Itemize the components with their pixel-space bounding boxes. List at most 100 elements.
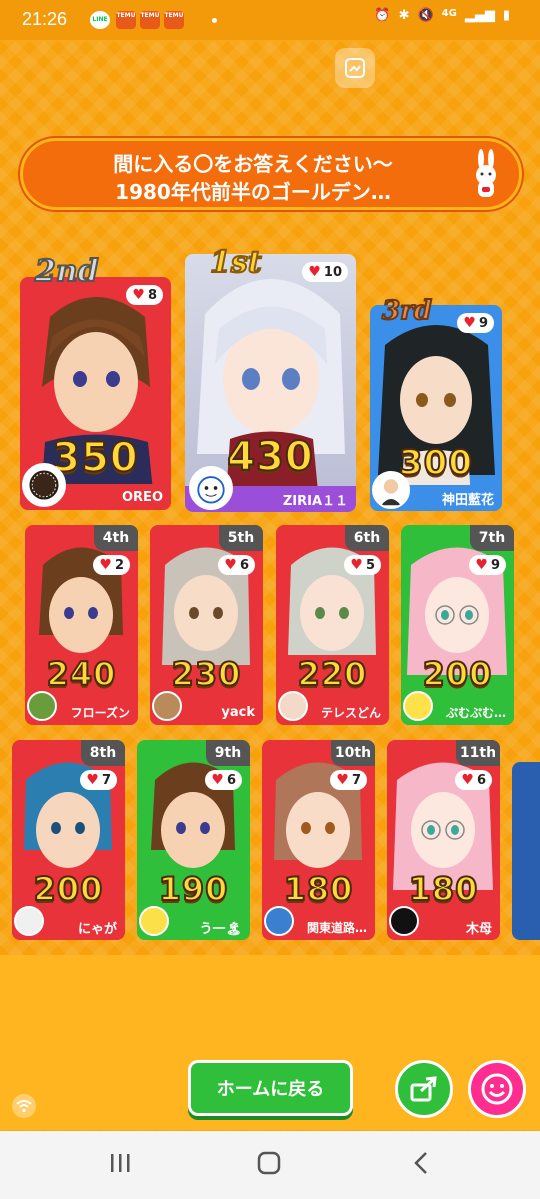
- player-avatar: [189, 466, 233, 510]
- back-icon[interactable]: [410, 1151, 434, 1175]
- home-icon[interactable]: [257, 1151, 281, 1175]
- player-avatar: [403, 691, 433, 721]
- rank-label: 11th: [456, 740, 500, 766]
- player-avatar: [264, 906, 294, 936]
- smile-icon: [481, 1073, 513, 1105]
- network-label: 4G: [441, 8, 457, 19]
- back-to-home-button[interactable]: ホームに戻る: [188, 1060, 353, 1116]
- likes-badge: ♥ 10: [302, 262, 348, 282]
- rank-card-partial[interactable]: [512, 762, 540, 940]
- rank-card-11th[interactable]: 11th ♥ 6 180 木母: [387, 740, 500, 940]
- likes-count: 7: [351, 772, 361, 788]
- rank-card-5th[interactable]: 5th ♥ 6 230 yack: [150, 525, 263, 725]
- likes-badge: ♥ 9: [469, 555, 506, 575]
- likes-badge: ♥ 2: [93, 555, 130, 575]
- likes-badge: ♥ 6: [205, 770, 242, 790]
- rank-card-4th[interactable]: 4th ♥ 2 240 フローズン: [25, 525, 138, 725]
- rank-label: 10th: [331, 740, 375, 766]
- battery-icon: ▮: [502, 8, 510, 23]
- rank-label-3rd: 3rd: [381, 295, 433, 327]
- rank-card-7th[interactable]: 7th ♥ 9 200 ぷむぷむ…: [401, 525, 514, 725]
- rank-label: 8th: [81, 740, 125, 766]
- recent-apps-icon[interactable]: [108, 1151, 132, 1175]
- signal-icon: ▂▄▆: [464, 8, 495, 23]
- rank-card-1st[interactable]: 430 ZIRIA１１ ♥ 10: [185, 254, 356, 512]
- rank-label-1st: 1st: [209, 244, 263, 281]
- rank-label: 7th: [470, 525, 514, 551]
- player-avatar: [139, 906, 169, 936]
- share-button[interactable]: [395, 1060, 453, 1118]
- likes-count: 6: [476, 772, 486, 788]
- score: 180: [408, 869, 479, 909]
- question-banner: 間に入る〇をお答えください～ 1980年代前半のゴールデン…: [20, 138, 522, 210]
- heart-icon: ♥: [463, 315, 476, 331]
- more-notifications-dot: [212, 18, 217, 23]
- rank-label-2nd: 2nd: [34, 253, 100, 290]
- system-navigation-bar: [0, 1131, 540, 1199]
- player-avatar: [14, 906, 44, 936]
- heart-icon: ♥: [336, 772, 349, 788]
- likes-count: 10: [323, 264, 342, 280]
- rank-label: 9th: [206, 740, 250, 766]
- player-avatar: [27, 691, 57, 721]
- rabbit-mascot-icon: [476, 149, 496, 197]
- player-avatar: [152, 691, 182, 721]
- score: 220: [297, 654, 368, 694]
- rank-card-3rd[interactable]: 300 神田藍花 ♥ 9: [370, 305, 502, 511]
- bluetooth-icon: ✱: [398, 8, 410, 23]
- likes-badge: ♥ 5: [344, 555, 381, 575]
- status-time: 21:26: [22, 9, 68, 29]
- temu-notification-icon: TEMU: [164, 11, 184, 29]
- score: 200: [422, 654, 493, 694]
- heart-icon: ♥: [86, 772, 99, 788]
- connection-icon: [12, 1094, 36, 1118]
- likes-badge: ♥ 6: [455, 770, 492, 790]
- likes-count: 5: [365, 557, 375, 573]
- rank-card-2nd[interactable]: 350 OREO ♥ 8: [20, 277, 171, 510]
- system-icons: ⏰ ✱ 🔇 4G ▂▄▆ ▮: [374, 8, 510, 23]
- rank-label: 4th: [94, 525, 138, 551]
- rank-card-8th[interactable]: 8th ♥ 7 200 にゃが: [12, 740, 125, 940]
- player-avatar: [22, 463, 66, 507]
- likes-count: 6: [226, 772, 236, 788]
- share-icon: [410, 1076, 437, 1102]
- rank-label: 5th: [219, 525, 263, 551]
- player-avatar: [372, 471, 410, 509]
- temu-notification-icon: TEMU: [116, 11, 136, 29]
- question-line-2: 1980年代前半のゴールデン…: [115, 180, 391, 204]
- likes-badge: ♥ 8: [126, 285, 163, 305]
- temu-notification-icon: TEMU: [140, 11, 160, 29]
- likes-count: 2: [114, 557, 124, 573]
- likes-count: 6: [239, 557, 249, 573]
- rank-label: 6th: [345, 525, 389, 551]
- score: 190: [158, 869, 229, 909]
- line-notification-icon: LINE: [90, 11, 110, 29]
- heart-icon: ♥: [308, 264, 321, 280]
- likes-count: 8: [147, 287, 157, 303]
- capture-icon: [345, 58, 365, 78]
- screenshot-capture-button[interactable]: [335, 48, 375, 88]
- heart-icon: ♥: [350, 557, 363, 573]
- player-avatar: [389, 906, 419, 936]
- likes-count: 9: [490, 557, 500, 573]
- heart-icon: ♥: [99, 557, 112, 573]
- emote-button[interactable]: [468, 1060, 526, 1118]
- mute-icon: 🔇: [417, 8, 434, 23]
- alarm-icon: ⏰: [374, 8, 391, 23]
- score: 230: [171, 654, 242, 694]
- likes-badge: ♥ 7: [80, 770, 117, 790]
- heart-icon: ♥: [475, 557, 488, 573]
- likes-badge: ♥ 6: [218, 555, 255, 575]
- heart-icon: ♥: [211, 772, 224, 788]
- rank-card-6th[interactable]: 6th ♥ 5 220 テレスどん: [276, 525, 389, 725]
- likes-count: 9: [478, 315, 488, 331]
- rank-card-9th[interactable]: 9th ♥ 6 190 う一🏝: [137, 740, 250, 940]
- likes-count: 7: [101, 772, 111, 788]
- question-line-1: 間に入る〇をお答えください～: [113, 152, 393, 176]
- score: 200: [33, 869, 104, 909]
- likes-badge: ♥ 9: [457, 313, 494, 333]
- likes-badge: ♥ 7: [330, 770, 367, 790]
- player-avatar: [278, 691, 308, 721]
- heart-icon: ♥: [224, 557, 237, 573]
- rank-card-10th[interactable]: 10th ♥ 7 180 関東道路…: [262, 740, 375, 940]
